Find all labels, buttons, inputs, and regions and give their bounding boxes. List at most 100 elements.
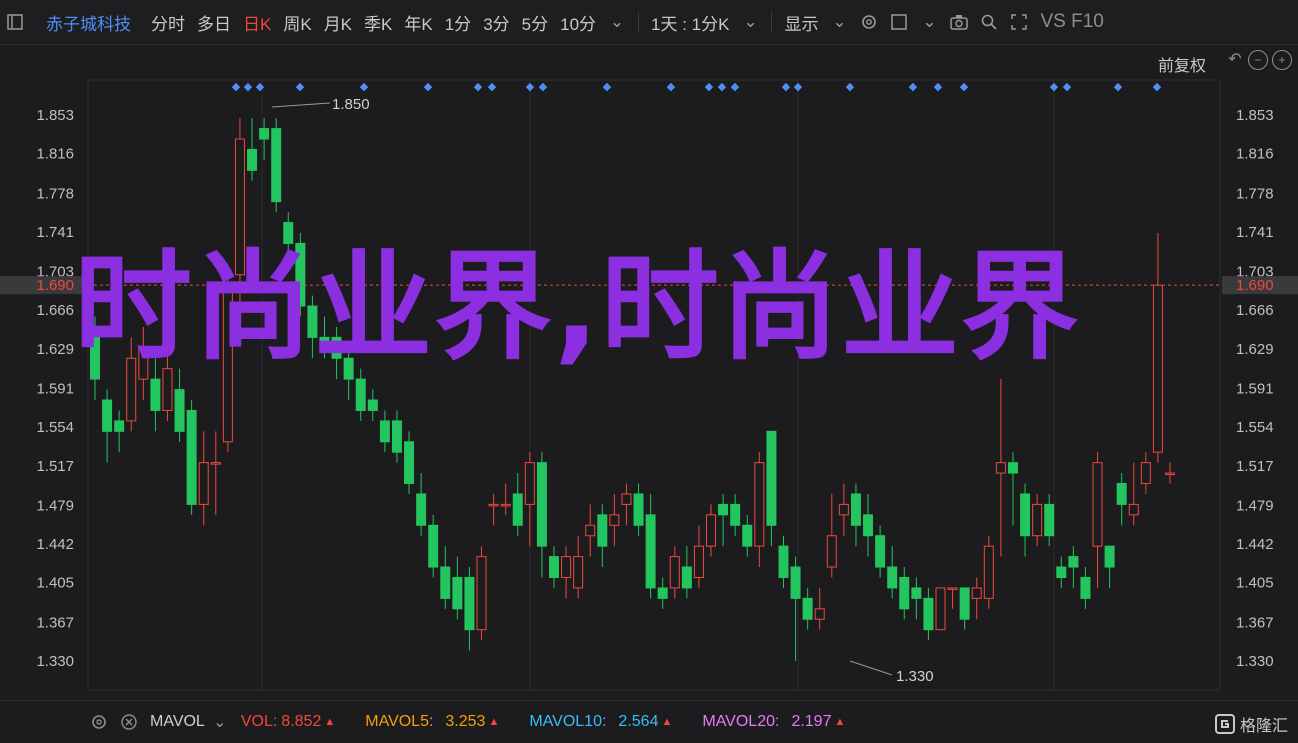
low-marker-line xyxy=(849,660,893,676)
interval-select[interactable]: 1天 : 1分K xyxy=(645,10,735,35)
candle-body xyxy=(850,493,861,526)
y-tick-label-right: 1.741 xyxy=(1236,224,1274,241)
low-price-label: 1.330 xyxy=(896,668,934,685)
signal-dot-icon: ◆ xyxy=(232,81,241,93)
toolbar: 赤子城科技 分时 多日 日K 周K 月K 季K 年K 1分 3分 5分 10分 … xyxy=(0,0,1298,45)
period-daily-k[interactable]: 日K xyxy=(237,10,277,35)
candle-body xyxy=(186,409,197,505)
candle-body xyxy=(597,514,608,547)
signal-dot-icon: ◆ xyxy=(474,81,483,93)
gear-icon[interactable] xyxy=(88,711,110,733)
mavol20-label: MAVOL20: xyxy=(702,713,780,730)
period-yearly-k[interactable]: 年K xyxy=(398,10,438,35)
period-multi-day[interactable]: 多日 xyxy=(191,10,237,35)
sidebar-toggle-icon[interactable] xyxy=(4,11,26,33)
logo-text: 格隆汇 xyxy=(1239,718,1288,735)
candle-body xyxy=(1165,472,1175,476)
chevron-down-icon[interactable]: ⌄ xyxy=(209,711,231,733)
candle-body xyxy=(548,556,559,578)
adjust-mode-button[interactable]: 前复权 xyxy=(1158,52,1206,76)
chevron-down-icon[interactable]: ⌄ xyxy=(739,11,761,33)
candle-body xyxy=(609,514,620,526)
camera-icon[interactable] xyxy=(948,11,970,33)
candle-body xyxy=(138,347,149,380)
y-tick-label-left: 1.367 xyxy=(36,614,74,631)
chevron-down-icon[interactable]: ⌄ xyxy=(918,11,940,33)
signal-dot-icon: ◆ xyxy=(846,81,855,93)
period-fenshi[interactable]: 分时 xyxy=(145,10,191,35)
divider xyxy=(771,12,773,32)
up-arrow-icon: ▲ xyxy=(324,716,336,728)
candle-body xyxy=(162,368,173,411)
signal-dot-icon: ◆ xyxy=(526,81,535,93)
period-10min[interactable]: 10分 xyxy=(554,10,602,35)
mavol5-label: MAVOL5: xyxy=(365,713,434,730)
signal-dot-icon: ◆ xyxy=(1114,81,1123,93)
period-1min[interactable]: 1分 xyxy=(439,10,477,35)
zoom-in-icon[interactable]: + xyxy=(1272,50,1292,70)
y-tick-label-right: 1.517 xyxy=(1236,458,1274,475)
candle-body xyxy=(198,462,209,505)
candle-body xyxy=(826,535,837,568)
display-menu[interactable]: 显示 xyxy=(778,10,824,35)
y-tick-label-left: 1.405 xyxy=(36,575,74,592)
search-icon[interactable] xyxy=(978,11,1000,33)
candle-body xyxy=(1152,284,1163,453)
draw-box-icon[interactable] xyxy=(888,11,910,33)
indicator-name[interactable]: MAVOL xyxy=(150,713,205,731)
candle-body xyxy=(875,535,886,568)
candle-body xyxy=(645,514,656,589)
kline-chart[interactable]: 1.853 1.853 1.816 1.816 1.778 1.778 1.741 1.741… xyxy=(0,45,1298,700)
candle-body xyxy=(307,305,318,338)
candle-body xyxy=(959,587,970,620)
candle-body xyxy=(802,597,813,620)
candle-body xyxy=(500,503,511,507)
y-tick-label-right: 1.442 xyxy=(1236,536,1274,553)
candle-body xyxy=(210,462,221,465)
candle-body xyxy=(935,587,946,631)
signal-dot-icon: ◆ xyxy=(960,81,969,93)
signal-dot-icon: ◆ xyxy=(1050,81,1059,93)
zoom-out-icon[interactable]: − xyxy=(1248,50,1268,70)
plot-frame xyxy=(87,79,1221,691)
signal-dot-icon: ◆ xyxy=(782,81,791,93)
signal-dot-icon: ◆ xyxy=(934,81,943,93)
candle-body xyxy=(621,493,632,505)
period-weekly-k[interactable]: 周K xyxy=(277,10,317,35)
y-tick-label-left: 1.591 xyxy=(36,381,74,398)
chevron-down-icon[interactable]: ⌄ xyxy=(828,11,850,33)
vs-f10-button[interactable]: VS F10 xyxy=(1034,11,1109,33)
signal-dot-icon: ◆ xyxy=(705,81,714,93)
mavol10-value: 2.564 xyxy=(618,713,659,730)
close-icon[interactable] xyxy=(118,711,140,733)
indicator-bar: MAVOL ⌄ VOL: 8.852 ▲ MAVOL5: 3.253 ▲ MAV… xyxy=(0,700,1298,743)
period-3min[interactable]: 3分 xyxy=(477,10,515,35)
signal-dot-icon: ◆ xyxy=(794,81,803,93)
candle-body xyxy=(923,597,934,631)
candle-body xyxy=(379,420,390,443)
y-tick-label-left: 1.479 xyxy=(36,497,74,514)
period-5min[interactable]: 5分 xyxy=(516,10,554,35)
candle-body xyxy=(1140,462,1151,485)
fullscreen-icon[interactable] xyxy=(1008,11,1030,33)
candle-body xyxy=(1068,556,1079,568)
candle-body xyxy=(585,524,596,537)
candle-body xyxy=(343,357,354,380)
period-monthly-k[interactable]: 月K xyxy=(318,10,358,35)
candle-body xyxy=(150,378,161,411)
period-quarterly-k[interactable]: 季K xyxy=(358,10,398,35)
candle-body xyxy=(319,336,330,349)
y-tick-label-left: 1.666 xyxy=(36,302,74,319)
candle-body xyxy=(391,420,402,453)
vol-value: 8.852 xyxy=(281,713,322,730)
signal-dot-icon: ◆ xyxy=(488,81,497,93)
up-arrow-icon: ▲ xyxy=(661,716,673,728)
gear-icon[interactable] xyxy=(858,11,880,33)
chevron-down-icon[interactable]: ⌄ xyxy=(606,11,628,33)
reset-icon[interactable]: ↶ xyxy=(1226,50,1244,68)
divider xyxy=(638,12,640,32)
logo-icon xyxy=(1214,714,1235,734)
signal-dot-icon: ◆ xyxy=(667,81,676,93)
candle-body xyxy=(1080,576,1091,599)
stock-name[interactable]: 赤子城科技 xyxy=(40,10,137,35)
